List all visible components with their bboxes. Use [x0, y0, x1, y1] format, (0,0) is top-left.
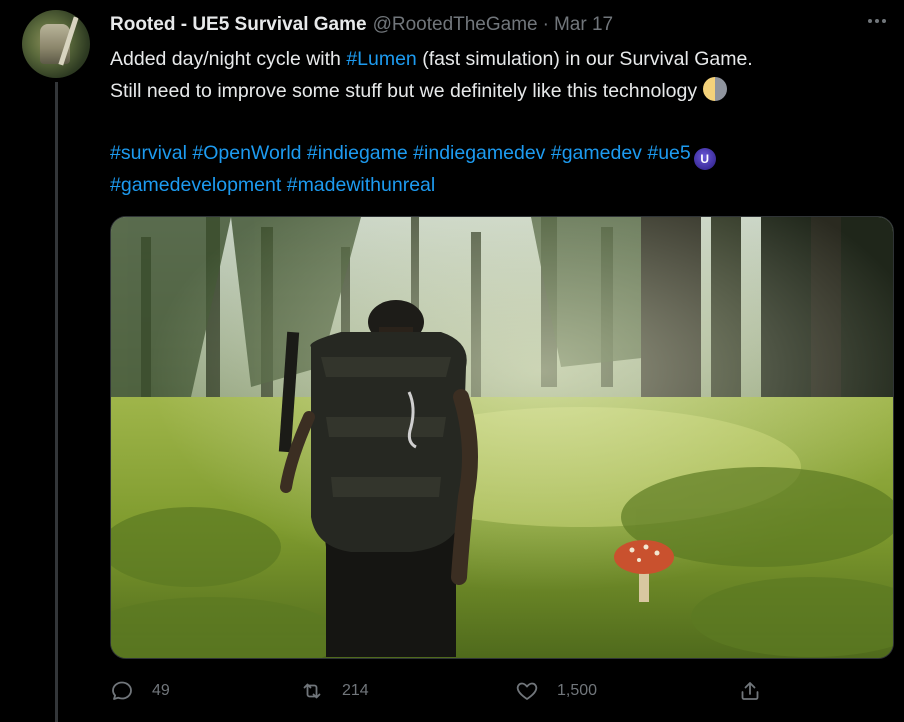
- author-handle[interactable]: @RootedTheGame: [373, 12, 538, 38]
- tweet-text-segment: Still need to improve some stuff but we …: [110, 79, 698, 102]
- unreal-engine-icon: U: [693, 148, 716, 170]
- tweet-text-line-2: Still need to improve some stuff but we …: [110, 76, 890, 108]
- tweet-text-line-1: Added day/night cycle with #Lumen (fast …: [110, 44, 890, 76]
- tweet-text-segment: (fast simulation) in our Survival Game.: [416, 48, 753, 70]
- author-name[interactable]: Rooted - UE5 Survival Game: [110, 12, 367, 38]
- tweet-header: Rooted - UE5 Survival Game @RootedTheGam…: [110, 12, 884, 38]
- reply-button[interactable]: 49: [110, 676, 170, 706]
- hashtag-link[interactable]: #gamedev: [551, 142, 642, 164]
- header-separator: ·: [542, 14, 549, 35]
- retweet-count: 214: [342, 682, 369, 699]
- tweet-media-image[interactable]: [110, 216, 894, 659]
- hashtag-link[interactable]: #madewithunreal: [287, 174, 436, 196]
- reply-count: 49: [152, 682, 170, 699]
- tweet-actions: 49 214 1,500: [110, 676, 790, 706]
- forest-scene-image: [111, 217, 893, 658]
- hashtag-link[interactable]: #OpenWorld: [192, 142, 301, 164]
- tweet-text: Added day/night cycle with #Lumen (fast …: [110, 44, 890, 202]
- hashtag-link[interactable]: #Lumen: [346, 48, 416, 70]
- hashtag-link[interactable]: #survival: [110, 142, 187, 164]
- tweet-text-segment: Added day/night cycle with: [110, 48, 347, 70]
- reply-icon: [112, 681, 132, 700]
- share-icon: [741, 682, 759, 700]
- hashtag-line-1: #survival #OpenWorld #indiegame #indiega…: [110, 138, 890, 170]
- heart-icon: [516, 682, 538, 700]
- hashtag-link[interactable]: #gamedevelopment: [110, 174, 281, 196]
- thread-line: [55, 82, 58, 722]
- retweet-button[interactable]: 214: [300, 676, 369, 706]
- avatar[interactable]: [22, 10, 90, 78]
- tweet-date[interactable]: Mar 17: [554, 12, 613, 38]
- share-button[interactable]: [738, 676, 762, 706]
- hashtag-link[interactable]: #ue5: [647, 142, 690, 164]
- hashtag-line-2: #gamedevelopment #madewithunreal: [110, 170, 890, 202]
- hashtag-link[interactable]: #indiegame: [307, 142, 408, 164]
- half-moon-emoji-icon: [703, 76, 728, 101]
- retweet-icon: [303, 683, 321, 699]
- hashtag-link[interactable]: #indiegamedev: [413, 142, 545, 164]
- like-count: 1,500: [557, 682, 598, 699]
- like-button[interactable]: 1,500: [515, 676, 597, 706]
- more-options-icon[interactable]: [862, 8, 892, 34]
